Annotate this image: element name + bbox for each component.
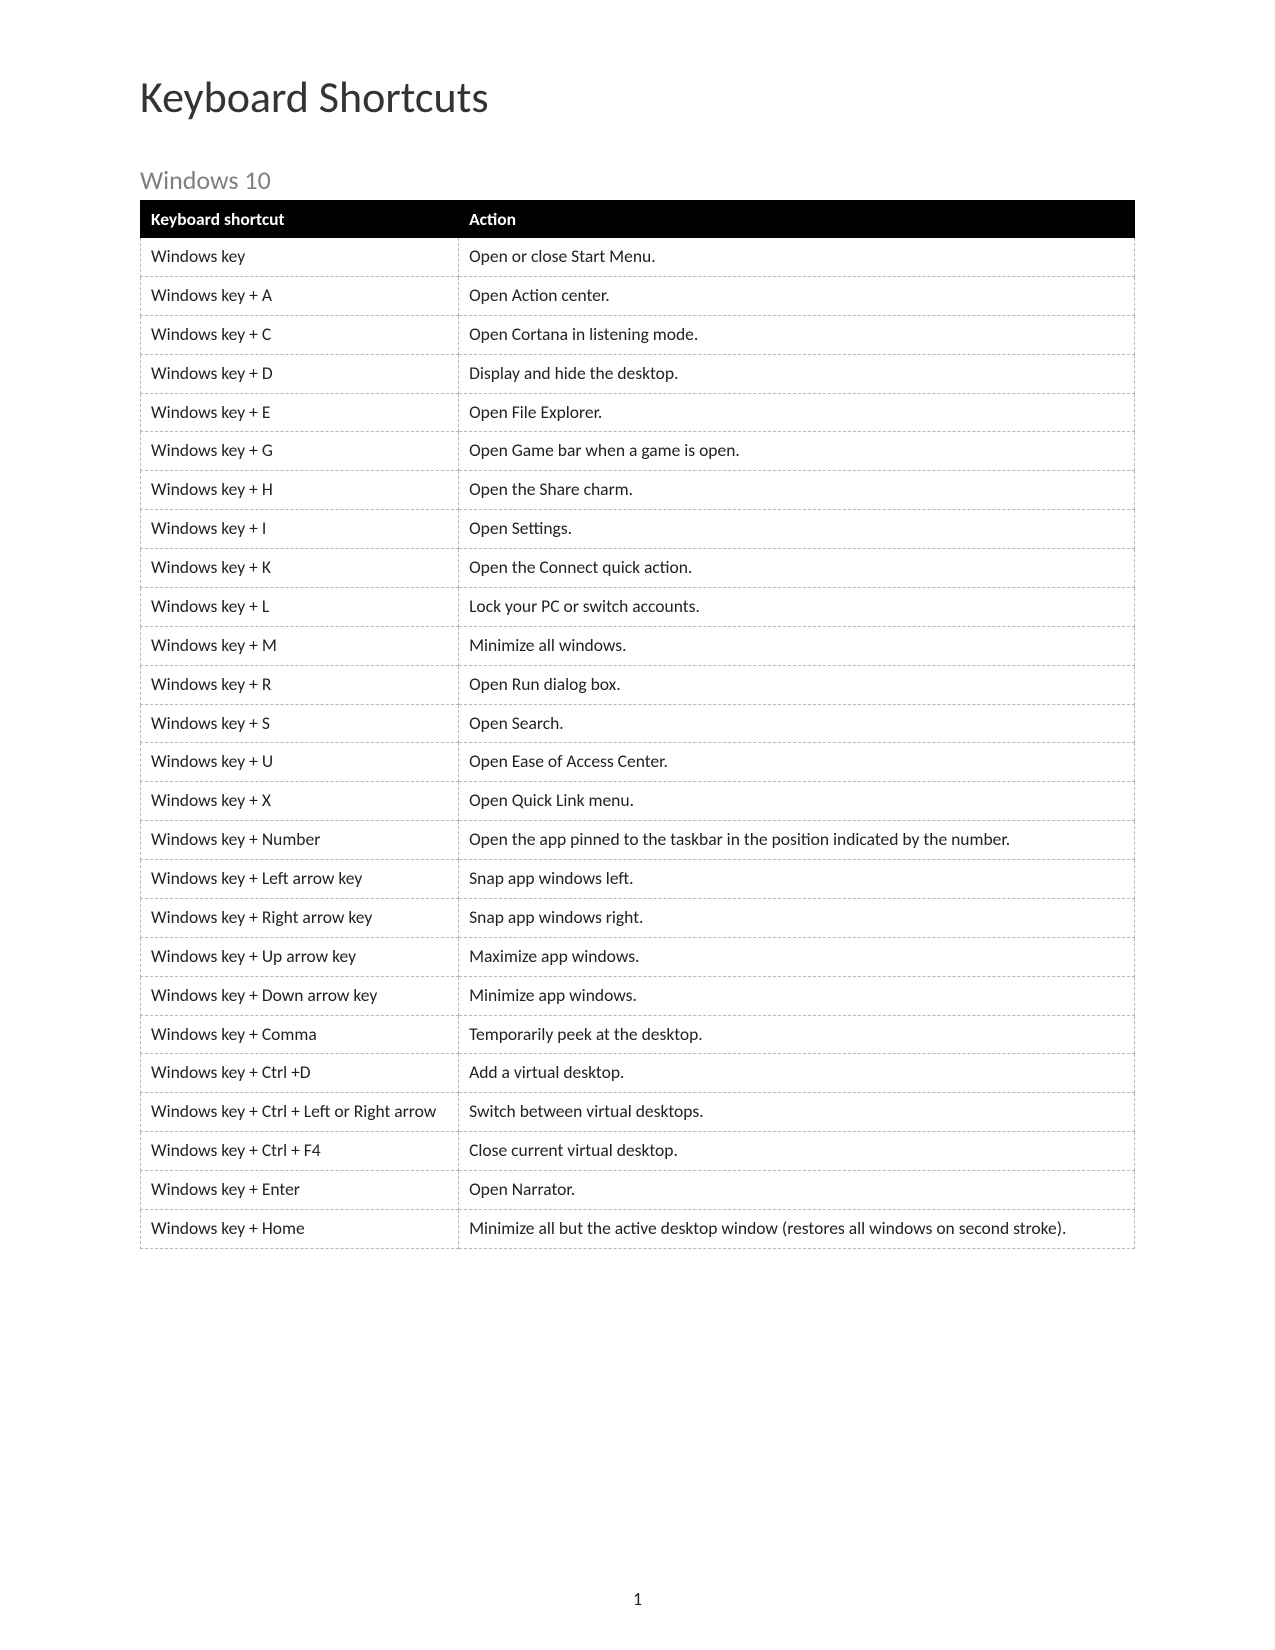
cell-action: Open the Share charm.: [459, 471, 1135, 510]
cell-action: Open File Explorer.: [459, 393, 1135, 432]
cell-shortcut: Windows key + A: [141, 276, 459, 315]
cell-shortcut: Windows key + Left arrow key: [141, 860, 459, 899]
cell-shortcut: Windows key + U: [141, 743, 459, 782]
cell-action: Open Game bar when a game is open.: [459, 432, 1135, 471]
table-row: Windows key + Down arrow keyMinimize app…: [141, 976, 1135, 1015]
cell-action: Close current virtual desktop.: [459, 1132, 1135, 1171]
cell-shortcut: Windows key + R: [141, 665, 459, 704]
cell-action: Open Ease of Access Center.: [459, 743, 1135, 782]
table-row: Windows key + MMinimize all windows.: [141, 626, 1135, 665]
table-row: Windows key + GOpen Game bar when a game…: [141, 432, 1135, 471]
cell-shortcut: Windows key + D: [141, 354, 459, 393]
cell-action: Display and hide the desktop.: [459, 354, 1135, 393]
cell-action: Minimize app windows.: [459, 976, 1135, 1015]
header-action: Action: [459, 201, 1135, 238]
table-row: Windows key + Ctrl + Left or Right arrow…: [141, 1093, 1135, 1132]
table-row: Windows key + Right arrow keySnap app wi…: [141, 898, 1135, 937]
document-page: Keyboard Shortcuts Windows 10 Keyboard s…: [0, 0, 1275, 1650]
cell-action: Open or close Start Menu.: [459, 238, 1135, 277]
table-row: Windows key + LLock your PC or switch ac…: [141, 587, 1135, 626]
cell-action: Open Settings.: [459, 510, 1135, 549]
cell-shortcut: Windows key + I: [141, 510, 459, 549]
table-row: Windows key + CommaTemporarily peek at t…: [141, 1015, 1135, 1054]
cell-shortcut: Windows key + Ctrl +D: [141, 1054, 459, 1093]
header-shortcut: Keyboard shortcut: [141, 201, 459, 238]
cell-action: Open Cortana in listening mode.: [459, 315, 1135, 354]
table-row: Windows key + KOpen the Connect quick ac…: [141, 549, 1135, 588]
table-row: Windows key + XOpen Quick Link menu.: [141, 782, 1135, 821]
table-row: Windows key + HomeMinimize all but the a…: [141, 1209, 1135, 1248]
cell-shortcut: Windows key + C: [141, 315, 459, 354]
section-heading: Windows 10: [140, 164, 1135, 196]
cell-shortcut: Windows key + Ctrl + F4: [141, 1132, 459, 1171]
cell-action: Open Run dialog box.: [459, 665, 1135, 704]
cell-shortcut: Windows key + K: [141, 549, 459, 588]
cell-shortcut: Windows key + Number: [141, 821, 459, 860]
cell-action: Maximize app windows.: [459, 937, 1135, 976]
table-row: Windows key + ROpen Run dialog box.: [141, 665, 1135, 704]
cell-shortcut: Windows key + Right arrow key: [141, 898, 459, 937]
cell-action: Open Quick Link menu.: [459, 782, 1135, 821]
cell-shortcut: Windows key + H: [141, 471, 459, 510]
page-title: Keyboard Shortcuts: [140, 70, 1135, 124]
cell-shortcut: Windows key: [141, 238, 459, 277]
table-row: Windows key + HOpen the Share charm.: [141, 471, 1135, 510]
table-row: Windows key + Left arrow keySnap app win…: [141, 860, 1135, 899]
cell-shortcut: Windows key + E: [141, 393, 459, 432]
cell-action: Open the Connect quick action.: [459, 549, 1135, 588]
cell-action: Open Search.: [459, 704, 1135, 743]
table-row: Windows key + EnterOpen Narrator.: [141, 1171, 1135, 1210]
shortcuts-table: Keyboard shortcut Action Windows keyOpen…: [140, 200, 1135, 1249]
cell-shortcut: Windows key + X: [141, 782, 459, 821]
table-row: Windows key + UOpen Ease of Access Cente…: [141, 743, 1135, 782]
cell-shortcut: Windows key + Home: [141, 1209, 459, 1248]
page-number: 1: [0, 1588, 1275, 1610]
cell-shortcut: Windows key + Down arrow key: [141, 976, 459, 1015]
table-row: Windows key + COpen Cortana in listening…: [141, 315, 1135, 354]
table-row: Windows key + Ctrl +DAdd a virtual deskt…: [141, 1054, 1135, 1093]
cell-action: Lock your PC or switch accounts.: [459, 587, 1135, 626]
cell-shortcut: Windows key + Comma: [141, 1015, 459, 1054]
cell-shortcut: Windows key + M: [141, 626, 459, 665]
table-header-row: Keyboard shortcut Action: [141, 201, 1135, 238]
cell-shortcut: Windows key + G: [141, 432, 459, 471]
table-row: Windows key + SOpen Search.: [141, 704, 1135, 743]
cell-action: Open the app pinned to the taskbar in th…: [459, 821, 1135, 860]
table-row: Windows key + Up arrow keyMaximize app w…: [141, 937, 1135, 976]
cell-shortcut: Windows key + S: [141, 704, 459, 743]
table-row: Windows key + IOpen Settings.: [141, 510, 1135, 549]
cell-action: Open Narrator.: [459, 1171, 1135, 1210]
table-row: Windows keyOpen or close Start Menu.: [141, 238, 1135, 277]
cell-shortcut: Windows key + Ctrl + Left or Right arrow: [141, 1093, 459, 1132]
table-row: Windows key + EOpen File Explorer.: [141, 393, 1135, 432]
cell-shortcut: Windows key + L: [141, 587, 459, 626]
cell-action: Minimize all but the active desktop wind…: [459, 1209, 1135, 1248]
table-row: Windows key + DDisplay and hide the desk…: [141, 354, 1135, 393]
cell-action: Switch between virtual desktops.: [459, 1093, 1135, 1132]
cell-shortcut: Windows key + Enter: [141, 1171, 459, 1210]
cell-action: Add a virtual desktop.: [459, 1054, 1135, 1093]
cell-action: Open Action center.: [459, 276, 1135, 315]
cell-shortcut: Windows key + Up arrow key: [141, 937, 459, 976]
table-row: Windows key + NumberOpen the app pinned …: [141, 821, 1135, 860]
table-row: Windows key + Ctrl + F4Close current vir…: [141, 1132, 1135, 1171]
cell-action: Minimize all windows.: [459, 626, 1135, 665]
table-row: Windows key + AOpen Action center.: [141, 276, 1135, 315]
cell-action: Snap app windows left.: [459, 860, 1135, 899]
cell-action: Snap app windows right.: [459, 898, 1135, 937]
cell-action: Temporarily peek at the desktop.: [459, 1015, 1135, 1054]
